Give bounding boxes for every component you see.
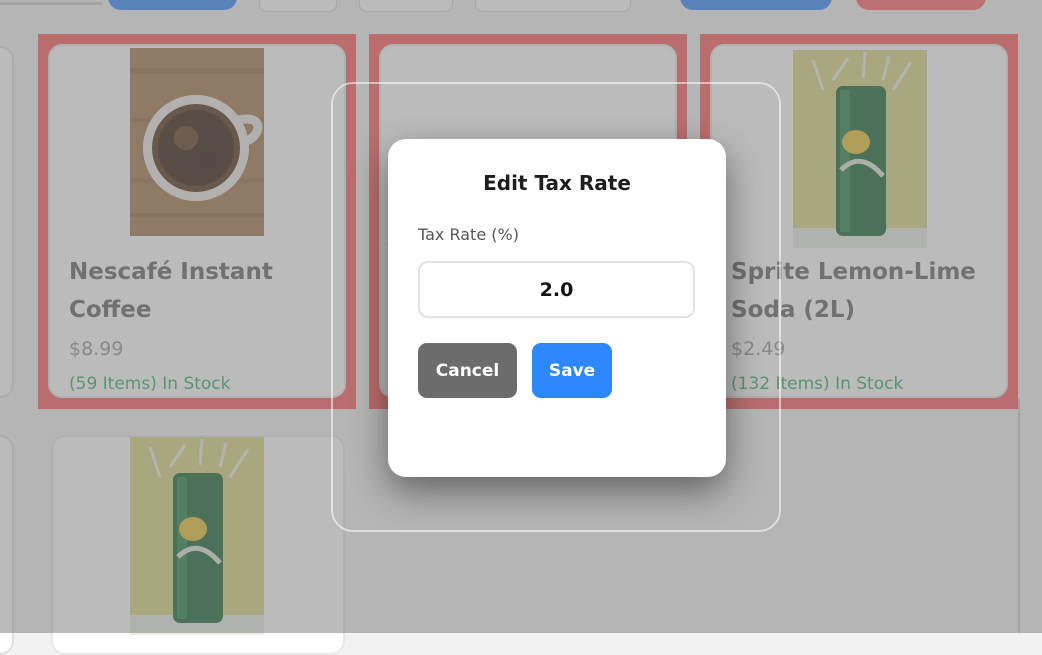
pos-product-page: Nescafé Instant Coffee $8.99 (59 Items) … — [0, 0, 1042, 655]
dialog-title: Edit Tax Rate — [483, 171, 631, 195]
tax-rate-label: Tax Rate (%) — [418, 225, 519, 244]
cancel-button[interactable]: Cancel — [418, 343, 517, 398]
save-button[interactable]: Save — [532, 343, 612, 398]
edit-tax-rate-dialog: Edit Tax Rate Tax Rate (%) Cancel Save — [388, 139, 726, 477]
tax-rate-input[interactable] — [418, 261, 695, 318]
